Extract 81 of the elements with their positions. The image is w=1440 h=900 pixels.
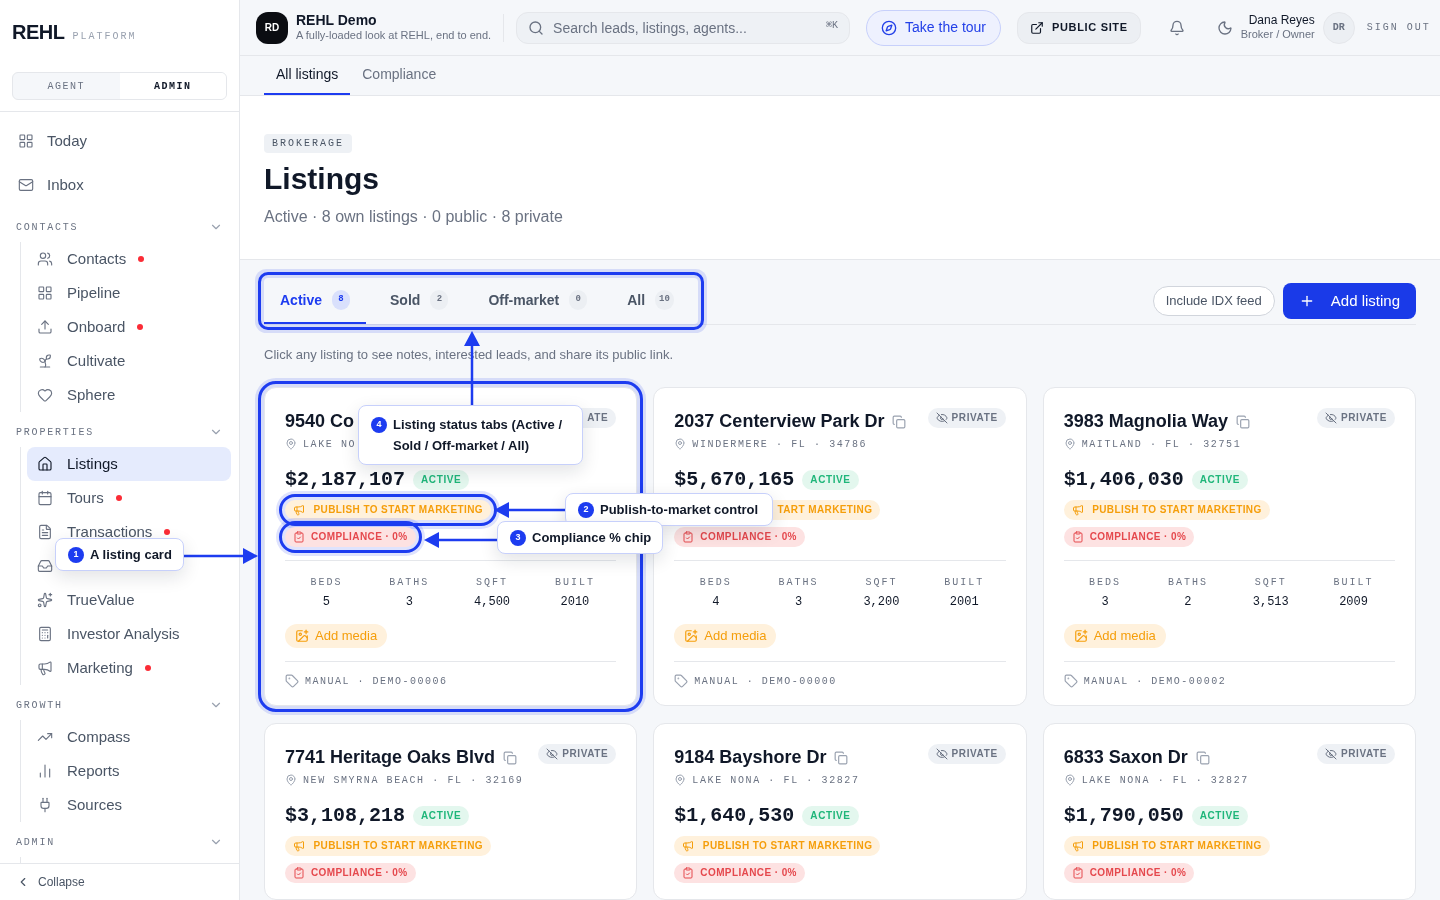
stat-value: 4,500 — [474, 593, 511, 611]
stat-label: BUILT — [554, 575, 595, 590]
listing-source: MANUAL · DEMO-00006 — [305, 674, 448, 689]
stat-value: 2010 — [560, 593, 590, 611]
status-badge: ACTIVE — [1191, 805, 1248, 826]
stat-value: 3,200 — [863, 593, 900, 611]
listing-title: 6833 Saxon Dr — [1063, 746, 1188, 769]
listing-price: $1,640,530 — [674, 802, 795, 829]
page-summary: Active · 8 own listings · 0 public · 8 private — [264, 207, 564, 227]
logo: REHL — [12, 22, 65, 42]
listing-price: $2,187,107 — [285, 466, 406, 493]
section-heading: ADMIN — [16, 835, 55, 850]
stat-label: BEDS — [310, 575, 343, 590]
section-heading: CONTACTS — [16, 220, 79, 235]
stat-label: SQFT — [865, 575, 898, 590]
status-badge: ACTIVE — [1191, 469, 1248, 490]
visibility-badge: PRIVATE — [1316, 407, 1395, 428]
step-number: 1 — [68, 547, 84, 563]
workspace-avatar: RD — [256, 11, 288, 44]
listing-price: $1,406,030 — [1063, 466, 1184, 493]
callout-text: A listing card — [90, 546, 172, 564]
listing-price: $3,108,218 — [285, 802, 406, 829]
stat-value: 5 — [322, 593, 330, 611]
stat-label: SQFT — [1254, 575, 1287, 590]
stat-label: BEDS — [699, 575, 732, 590]
stat-label: BUILT — [944, 575, 985, 590]
workspace-title: REHL Demo — [296, 11, 378, 30]
listing-title: 9184 Bayshore Dr — [674, 746, 827, 769]
visibility-badge: PRIVATE — [1316, 743, 1395, 764]
stat-label: BEDS — [1089, 575, 1122, 590]
stat-value: 2 — [1184, 593, 1192, 611]
stat-label: BUILT — [1333, 575, 1374, 590]
listing-price: $1,790,050 — [1063, 802, 1184, 829]
stat-label: BATHS — [389, 575, 430, 590]
section-heading: PROPERTIES — [16, 425, 94, 440]
visibility-badge: PRIVATE — [927, 407, 1006, 428]
user-name: Dana Reyes — [1248, 13, 1315, 29]
listing-location: MAITLAND · FL · 32751 — [1081, 437, 1242, 452]
visibility-badge: PRIVATE — [927, 743, 1006, 764]
visibility-badge: PRIVATE — [538, 743, 617, 764]
stat-value: 4 — [712, 593, 720, 611]
listing-location: LAKE NONA · FL · 32827 — [692, 773, 860, 788]
listing-source: MANUAL · DEMO-00002 — [1083, 674, 1227, 689]
stat-value: 2009 — [1339, 593, 1368, 611]
listing-location: LAKE NO — [303, 437, 357, 452]
shortcut-hint: ⌘K — [826, 20, 839, 31]
stat-value: 3 — [1101, 593, 1109, 611]
listing-price: $5,670,165 — [674, 466, 795, 493]
step-number: 4 — [371, 417, 387, 433]
step-number: 2 — [578, 502, 594, 518]
listing-title: 7741 Heritage Oaks Blvd — [285, 746, 496, 769]
listing-location: LAKE NONA · FL · 32827 — [1081, 773, 1249, 788]
compliance-chip: COMPLIANCE · 0% — [674, 526, 805, 547]
stat-value: 3,513 — [1252, 593, 1289, 611]
status-badge: ACTIVE — [802, 805, 859, 826]
compliance-chip: COMPLIANCE · 0% — [674, 862, 805, 883]
stat-label: BATHS — [778, 575, 819, 590]
compliance-chip: COMPLIANCE · 0% — [285, 862, 416, 883]
eyebrow-label: BROKERAGE — [264, 134, 352, 153]
status-badge: ACTIVE — [802, 469, 859, 490]
workspace-subtitle: A fully-loaded look at REHL, end to end. — [296, 29, 492, 44]
listing-location: WINDERMERE · FL · 34786 — [692, 437, 868, 452]
logo-subtitle: PLATFORM — [72, 32, 137, 42]
listing-source: MANUAL · DEMO-00000 — [694, 674, 837, 689]
compliance-chip: COMPLIANCE · 0% — [1063, 862, 1195, 883]
listing-title: 3983 Magnolia Way — [1063, 410, 1229, 433]
stat-label: SQFT — [476, 575, 509, 590]
stat-value: 2001 — [949, 593, 979, 611]
stat-value: 3 — [405, 593, 413, 611]
status-badge: ACTIVE — [413, 469, 470, 490]
stat-value: 3 — [794, 593, 803, 611]
compliance-chip: COMPLIANCE · 0% — [1063, 526, 1195, 547]
listing-title: 9540 Co — [285, 410, 355, 433]
user-role: Broker / Owner — [1240, 28, 1315, 42]
step-number: 3 — [510, 530, 526, 546]
status-badge: ACTIVE — [413, 805, 470, 826]
listing-title: 2037 Centerview Park Dr — [674, 410, 885, 433]
listing-location: NEW SMYRNA BEACH · FL · 32169 — [303, 773, 524, 788]
section-heading: GROWTH — [16, 698, 63, 713]
page-title: Listings — [264, 161, 380, 197]
stat-label: BATHS — [1167, 575, 1208, 590]
